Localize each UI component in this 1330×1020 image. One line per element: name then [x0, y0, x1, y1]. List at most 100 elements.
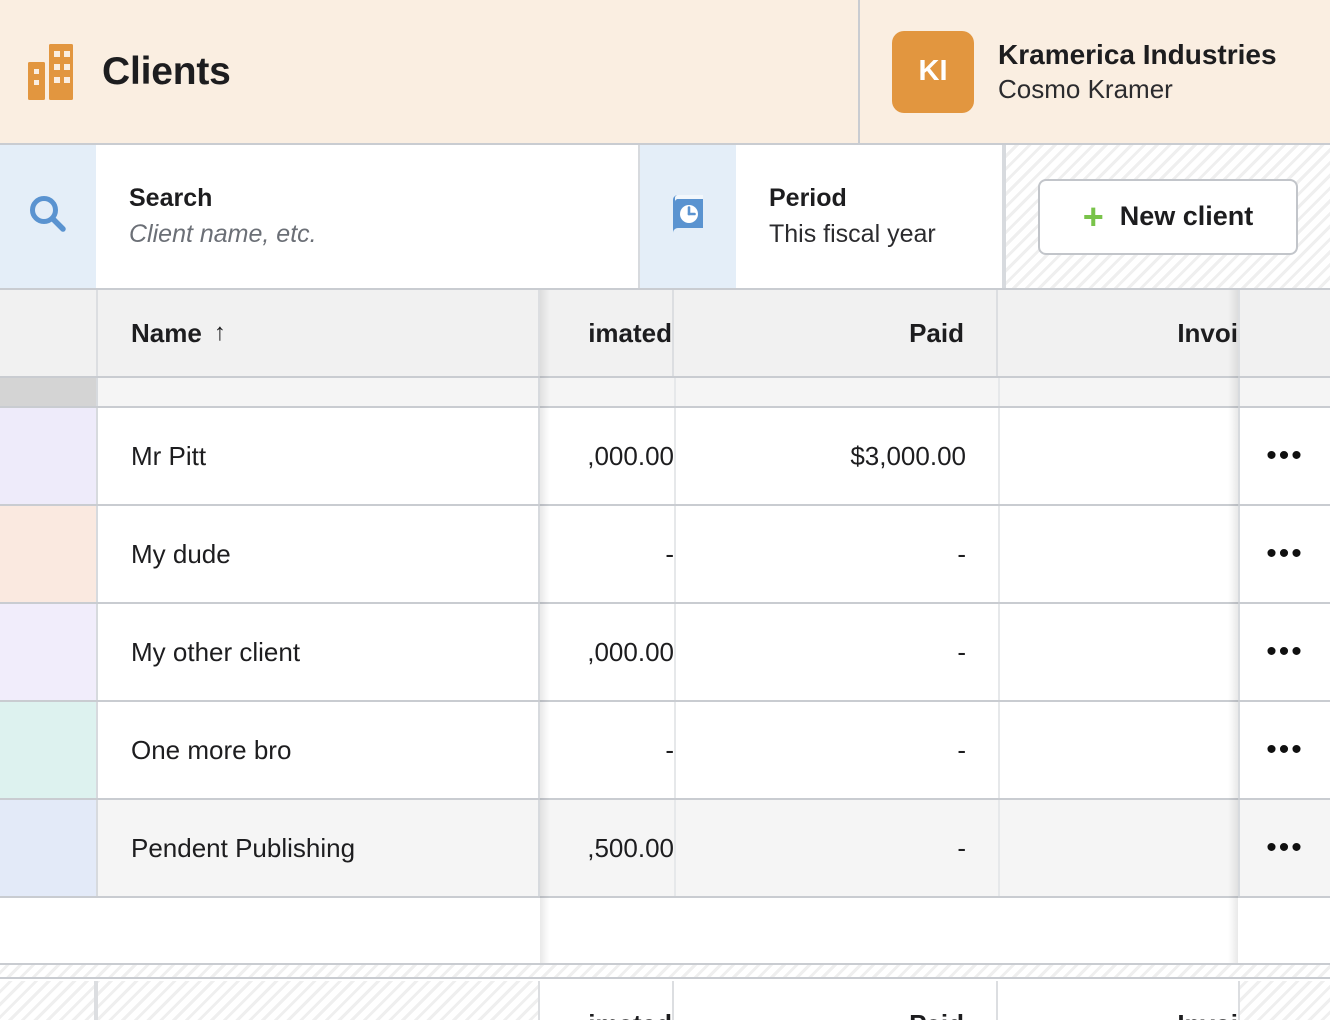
totals-invoiced-cell: Invoi $28,500 — [998, 981, 1238, 1020]
row-invoiced — [998, 800, 1238, 896]
totals-actions-cell — [1238, 981, 1330, 1020]
building-icon — [28, 44, 80, 100]
row-paid-text: - — [957, 735, 966, 766]
column-header-invoiced[interactable]: Invoi — [998, 290, 1238, 376]
row-estimated-text: ,000.00 — [587, 637, 674, 668]
ellipsis-icon: ••• — [1266, 539, 1304, 569]
row-client-name-text: Mr Pitt — [131, 441, 206, 472]
row-color-swatch — [0, 800, 96, 896]
table-rows: Kramerica 4--•••Mr Pitt,000.00$3,000.00•… — [0, 378, 1330, 898]
column-header-estimated[interactable]: imated — [540, 290, 674, 376]
ellipsis-icon: ••• — [1266, 833, 1304, 863]
period-label: Period — [769, 183, 1002, 214]
column-header-estimated-label: imated — [588, 318, 672, 349]
table-body: Kramerica 4--•••Mr Pitt,000.00$3,000.00•… — [0, 378, 1330, 963]
row-invoiced — [998, 408, 1238, 504]
table-row[interactable]: Kramerica 4--••• — [0, 378, 1330, 408]
row-estimated: ,000.00 — [540, 604, 674, 700]
search-label: Search — [129, 183, 638, 214]
row-client-name: Kramerica 4 — [96, 378, 540, 406]
row-estimated: - — [540, 702, 674, 798]
row-color-swatch — [0, 604, 96, 700]
toolbar-actions: + New client — [1004, 145, 1330, 288]
period-field[interactable]: Period This fiscal year — [736, 145, 1004, 288]
totals-estimated-cell: imated ,500.00 — [540, 981, 674, 1020]
row-client-name-text: My dude — [131, 539, 231, 570]
row-color-swatch — [0, 378, 96, 406]
row-estimated-text: ,000.00 — [587, 441, 674, 472]
sort-ascending-icon: ↑ — [214, 319, 226, 347]
row-actions-menu-button[interactable]: ••• — [1238, 378, 1330, 406]
row-client-name-text: Pendent Publishing — [131, 833, 355, 864]
row-estimated: ,000.00 — [540, 408, 674, 504]
ellipsis-icon: ••• — [1266, 735, 1304, 765]
ellipsis-icon: ••• — [1266, 637, 1304, 667]
plus-icon: + — [1083, 199, 1104, 235]
page-header: Clients KI Kramerica Industries Cosmo Kr… — [0, 0, 1330, 145]
table-row[interactable]: My other client ,000.00- ••• — [0, 604, 1330, 702]
avatar: KI — [892, 31, 974, 113]
row-color-swatch — [0, 506, 96, 602]
row-estimated: - — [540, 506, 674, 602]
row-client-name: One more bro — [96, 702, 540, 798]
period-value[interactable]: This fiscal year — [769, 218, 1002, 251]
search-input[interactable]: Client name, etc. — [129, 218, 638, 251]
row-paid: - — [674, 604, 998, 700]
page-header-left: Clients — [0, 0, 860, 143]
column-header-paid-label: Paid — [909, 318, 964, 349]
row-client-name: Pendent Publishing — [96, 800, 540, 896]
totals-swatch-cell — [0, 981, 96, 1020]
totals-invoiced-label: Invoi — [1177, 1010, 1238, 1020]
period-icon-cell[interactable] — [640, 145, 736, 288]
row-client-name: My dude — [96, 506, 540, 602]
row-paid-text: - — [957, 833, 966, 864]
column-header-actions — [1238, 290, 1330, 376]
totals-estimated-label: imated — [588, 1010, 672, 1020]
column-header-paid[interactable]: Paid — [674, 290, 998, 376]
clients-table: Name ↑ imated Paid Invoi Kramerica 4--••… — [0, 290, 1330, 1020]
row-invoiced — [998, 702, 1238, 798]
column-header-swatch — [0, 290, 96, 376]
org-switcher[interactable]: KI Kramerica Industries Cosmo Kramer — [860, 0, 1330, 143]
row-actions-menu-button[interactable]: ••• — [1238, 604, 1330, 700]
row-client-name: Mr Pitt — [96, 408, 540, 504]
org-block: Kramerica Industries Cosmo Kramer — [998, 38, 1277, 105]
search-field[interactable]: Search Client name, etc. — [96, 145, 640, 288]
table-row[interactable]: Pendent Publishing ,500.00 - ••• — [0, 800, 1330, 898]
search-icon-cell[interactable] — [0, 145, 96, 288]
row-paid: $3,000.00 — [674, 408, 998, 504]
row-client-name: My other client — [96, 604, 540, 700]
column-header-name[interactable]: Name ↑ — [96, 290, 540, 376]
row-actions-menu-button[interactable]: ••• — [1238, 408, 1330, 504]
column-header-name-label: Name — [131, 318, 202, 349]
row-paid: - — [674, 378, 998, 406]
app-root: Clients KI Kramerica Industries Cosmo Kr… — [0, 0, 1330, 1020]
row-client-name-text: My other client — [131, 637, 300, 668]
row-paid: - — [674, 506, 998, 602]
table-totals-row: imated ,500.00 Paid $3,000.00 Invoi $28,… — [0, 981, 1330, 1020]
row-paid: - — [674, 800, 998, 896]
new-client-button[interactable]: + New client — [1038, 179, 1298, 255]
table-row[interactable]: One more bro - - ••• — [0, 702, 1330, 800]
row-estimated: - — [540, 378, 674, 406]
org-person: Cosmo Kramer — [998, 74, 1277, 105]
row-paid-text: $3,000.00 — [850, 441, 966, 472]
table-row[interactable]: My dude -- ••• — [0, 506, 1330, 604]
table-header-row: Name ↑ imated Paid Invoi — [0, 290, 1330, 378]
totals-name-cell — [96, 981, 540, 1020]
page-title: Clients — [102, 50, 231, 94]
row-estimated-text: ,500.00 — [587, 833, 674, 864]
row-actions-menu-button[interactable]: ••• — [1238, 702, 1330, 798]
row-actions-menu-button[interactable]: ••• — [1238, 800, 1330, 896]
calendar-clock-icon — [666, 192, 710, 241]
row-paid: - — [674, 702, 998, 798]
table-footer: imated ,500.00 Paid $3,000.00 Invoi $28,… — [0, 963, 1330, 1020]
new-client-button-label: New client — [1120, 201, 1254, 232]
row-client-name-text: One more bro — [131, 735, 291, 766]
row-actions-menu-button[interactable]: ••• — [1238, 506, 1330, 602]
row-estimated: ,500.00 — [540, 800, 674, 896]
footer-hatch-strip — [0, 965, 1330, 979]
table-row[interactable]: Mr Pitt ,000.00 $3,000.00 ••• — [0, 408, 1330, 506]
row-invoiced — [998, 506, 1238, 602]
search-icon — [26, 192, 70, 241]
